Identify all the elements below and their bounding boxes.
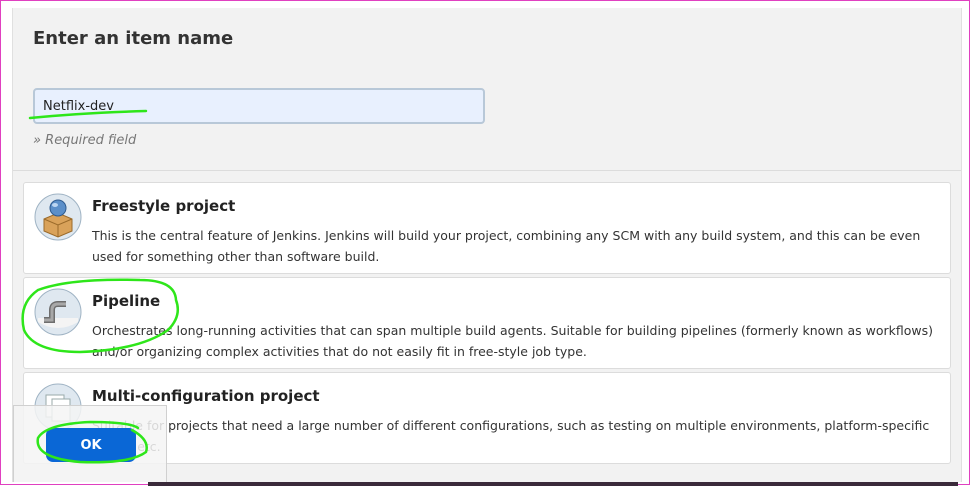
ok-panel: OK: [13, 405, 167, 482]
item-name-input[interactable]: [33, 88, 485, 124]
item-name-header: Enter an item name » Required field: [13, 8, 961, 171]
page-title: Enter an item name: [33, 28, 234, 49]
item-description: Suitable for projects that need a large …: [92, 418, 930, 454]
item-type-pipeline[interactable]: Pipeline Orchestrates long-running activ…: [23, 277, 951, 369]
required-field-hint: » Required field: [33, 133, 137, 148]
item-title: Freestyle project: [92, 197, 236, 215]
ok-button[interactable]: OK: [46, 428, 136, 462]
item-title: Pipeline: [92, 292, 161, 310]
pipeline-icon: [34, 288, 82, 336]
item-type-freestyle[interactable]: Freestyle project This is the central fe…: [23, 182, 951, 274]
item-description: Orchestrates long-running activities tha…: [92, 323, 933, 359]
item-description: This is the central feature of Jenkins. …: [92, 228, 921, 264]
new-item-page: Enter an item name » Required field Free…: [12, 8, 962, 482]
freestyle-project-icon: [34, 193, 82, 241]
window-bottom-edge: [148, 482, 958, 486]
item-title: Multi-configuration project: [92, 387, 320, 405]
